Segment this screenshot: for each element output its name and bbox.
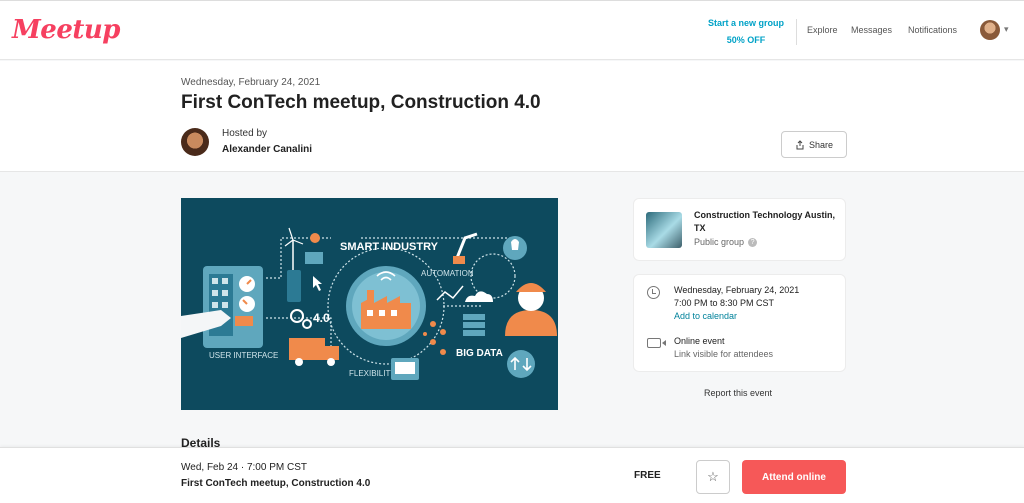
help-icon[interactable]: ?	[748, 238, 758, 248]
save-event-button[interactable]: ☆	[696, 460, 730, 494]
top-nav: Meetup Start a new group 50% OFF Explore…	[0, 0, 1024, 60]
big-data-label: BIG DATA	[456, 348, 503, 359]
star-icon: ☆	[707, 469, 719, 484]
meetup-logo[interactable]: Meetup	[12, 15, 120, 45]
promo-line-2: 50% OFF	[726, 35, 766, 45]
version-label: 4.0	[313, 311, 330, 325]
nav-explore-link[interactable]: Explore	[807, 25, 838, 35]
host-name[interactable]: Alexander Canalini	[222, 144, 312, 155]
group-type: Public group?	[694, 237, 758, 248]
event-header: Wednesday, February 24, 2021 First ConTe…	[0, 61, 1024, 172]
nav-messages-link[interactable]: Messages	[851, 25, 892, 35]
user-avatar[interactable]	[980, 20, 1000, 40]
group-name[interactable]: Construction Technology Austin, TX	[694, 209, 842, 235]
promo-line-1: Start a new group	[707, 18, 784, 28]
clock-icon	[647, 286, 660, 299]
hosted-by-label: Hosted by	[222, 128, 268, 139]
start-group-promo[interactable]: Start a new group 50% OFF	[700, 15, 792, 49]
automation-label: AUTOMATION	[421, 269, 474, 278]
host-avatar[interactable]	[181, 128, 209, 156]
chevron-down-icon[interactable]: ▾	[1004, 24, 1009, 35]
construction-4-illustration: USER INTERFACE 4.0 SMART INDUSTRY AUTOMA…	[181, 227, 557, 380]
info-time: 7:00 PM to 8:30 PM CST	[674, 298, 775, 308]
group-thumbnail	[646, 212, 682, 248]
event-hero-image: USER INTERFACE 4.0 SMART INDUSTRY AUTOMA…	[181, 198, 558, 410]
info-date: Wednesday, February 24, 2021	[674, 285, 800, 295]
report-event-link[interactable]: Report this event	[704, 388, 772, 398]
user-interface-label: USER INTERFACE	[209, 351, 278, 360]
smart-industry-label: SMART INDUSTRY	[340, 241, 439, 253]
bottom-event-title: First ConTech meetup, Construction 4.0	[181, 478, 371, 489]
nav-notifications-link[interactable]: Notifications	[908, 25, 957, 35]
group-card[interactable]: Construction Technology Austin, TX Publi…	[633, 198, 846, 261]
link-visibility-note: Link visible for attendees	[674, 349, 774, 359]
share-icon	[796, 139, 804, 149]
event-date: Wednesday, February 24, 2021	[181, 77, 321, 88]
event-info-card: Wednesday, February 24, 2021 7:00 PM to …	[633, 274, 846, 372]
video-camera-icon	[647, 338, 666, 348]
online-event-label: Online event	[674, 336, 725, 346]
flexibility-label: FLEXIBILITY	[349, 369, 396, 378]
share-button[interactable]: Share	[781, 131, 847, 158]
event-title: First ConTech meetup, Construction 4.0	[181, 92, 541, 113]
price-label: FREE	[634, 470, 661, 481]
sticky-bottom-bar: Wed, Feb 24 · 7:00 PM CST First ConTech …	[0, 447, 1024, 503]
share-label: Share	[808, 139, 834, 150]
add-to-calendar-link[interactable]: Add to calendar	[674, 311, 737, 321]
nav-divider	[796, 19, 797, 45]
group-type-label: Public group	[694, 237, 745, 247]
bottom-event-date: Wed, Feb 24 · 7:00 PM CST	[181, 462, 307, 473]
attend-online-button[interactable]: Attend online	[742, 460, 846, 494]
